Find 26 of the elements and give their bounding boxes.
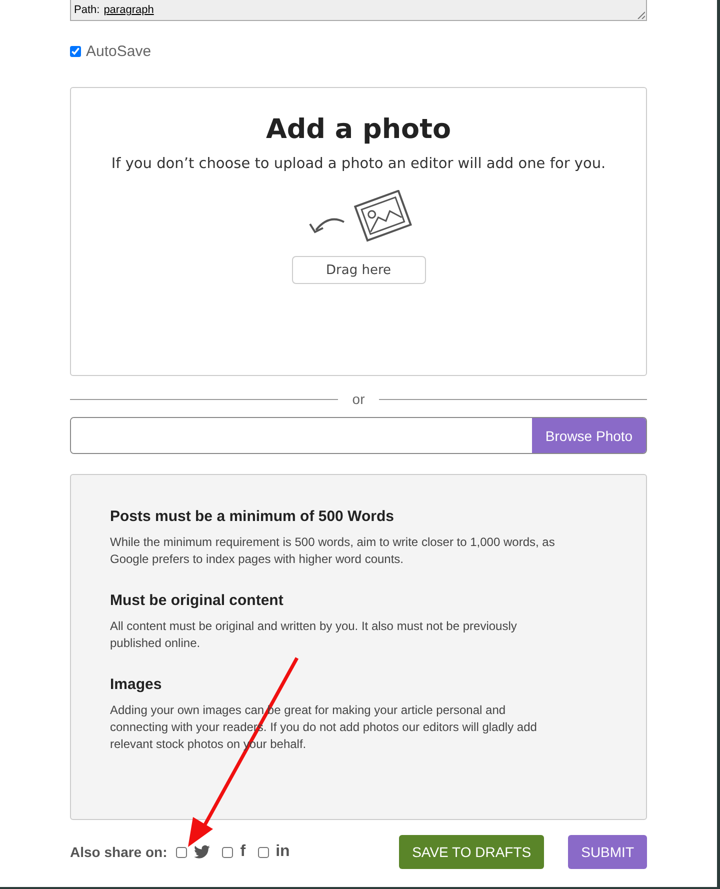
file-input-field[interactable]: Browse Photo [70, 417, 647, 454]
photo-drop-zone[interactable]: Add a photo If you don’t choose to upload a photo an editor will add one for you. Drag here [70, 87, 647, 376]
path-label: Path: [74, 4, 100, 16]
photo-subtitle: If you don’t choose to upload a photo an editor will add one for you. [111, 156, 606, 172]
divider-label: or [352, 391, 365, 407]
photo-title: Add a photo [266, 114, 452, 145]
guideline-text: All content must be original and written by you. It also must not be previously published online. [110, 618, 518, 652]
autosave-checkbox[interactable] [70, 46, 81, 57]
submit-button[interactable]: SUBMIT [568, 835, 647, 869]
facebook-icon: f [240, 843, 246, 861]
share-label: Also share on: [70, 844, 168, 860]
guideline-heading: Must be original content [110, 592, 284, 609]
autosave-label: AutoSave [86, 43, 152, 60]
save-drafts-button[interactable]: SAVE TO DRAFTS [399, 835, 544, 869]
guideline-heading: Posts must be a minimum of 500 Words [110, 508, 395, 525]
share-checkbox[interactable] [258, 846, 269, 858]
share-checkbox[interactable] [176, 846, 188, 858]
path-link[interactable]: paragraph [104, 4, 154, 16]
drag-here-button[interactable]: Drag here [292, 256, 426, 284]
browse-photo-button[interactable]: Browse Photo [532, 418, 646, 453]
linkedin-icon: in [276, 843, 290, 861]
resize-grip-icon[interactable] [637, 11, 645, 19]
guideline-text: While the minimum requirement is 500 words, aim to write closer to 1,000 words, as Google prefers to index pages with higher word counts. [110, 534, 556, 568]
bird-icon [194, 845, 210, 859]
share-checkbox[interactable] [222, 846, 234, 858]
guideline-heading: Images [110, 676, 163, 693]
